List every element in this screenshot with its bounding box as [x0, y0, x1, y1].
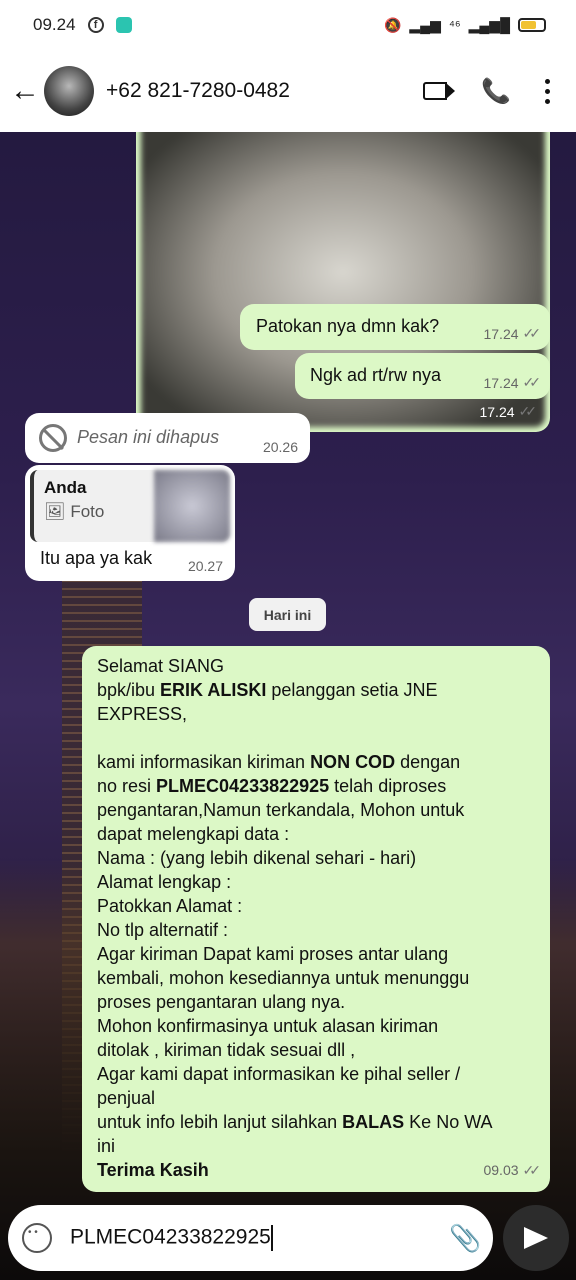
facebook-icon: f — [87, 17, 104, 33]
quoted-message[interactable]: Anda 🖼 Foto — [30, 470, 230, 542]
battery-icon — [518, 18, 546, 32]
double-check-icon: ✓✓ — [522, 1162, 542, 1178]
sticker-emoji-icon[interactable] — [22, 1223, 52, 1253]
message-text: Ngk ad rt/rw nya — [310, 365, 442, 385]
msg-line: EXPRESS, — [97, 704, 188, 724]
status-time: 09.24 — [33, 15, 76, 34]
text-cursor — [270, 1225, 273, 1251]
msg-line: no resi PLMEC04233822925 telah diproses — [97, 776, 447, 796]
more-vert-icon[interactable] — [545, 78, 550, 104]
attach-icon[interactable]: 📎 — [449, 1223, 481, 1254]
message-time: 20.27 — [187, 558, 223, 574]
send-button[interactable] — [503, 1205, 569, 1271]
header-actions: 📞 — [423, 77, 566, 106]
msg-line: bpk/ibu ERIK ALISKI pelanggan setia JNE — [97, 680, 438, 700]
quote-thumbnail — [154, 470, 230, 542]
msg-line: ditolak , kiriman tidak sesuai dll , — [97, 1040, 356, 1060]
message-bubble[interactable]: Patokan nya dmn kak? 17.24 ✓✓ — [240, 304, 550, 350]
label-icon[interactable] — [423, 82, 456, 100]
day-separator: Hari ini — [249, 598, 326, 631]
status-right: 🔕 ▂▄▆ ⁴⁶ ▂▄▆█ — [384, 17, 546, 34]
deleted-text: Pesan ini dihapus — [77, 427, 220, 447]
send-icon — [524, 1227, 548, 1249]
msg-line: Agar kami dapat informasikan ke pihal se… — [97, 1064, 461, 1084]
msg-line: kami informasikan kiriman NON COD dengan — [97, 752, 461, 772]
message-time: 17.24 ✓✓ — [479, 403, 538, 420]
msg-line: ini — [97, 1136, 116, 1156]
message-text: Patokan nya dmn kak? — [256, 316, 440, 336]
msg-line: Selamat SIANG — [97, 656, 225, 676]
contact-name[interactable]: +62 821-7280-0482 — [106, 79, 290, 103]
reply-message[interactable]: Anda 🖼 Foto Itu apa ya kak 20.27 — [25, 465, 235, 581]
msg-line: untuk info lebih lanjut silahkan BALAS K… — [97, 1112, 493, 1132]
msg-line: Terima Kasih — [97, 1160, 209, 1180]
msg-line: No tlp alternatif : — [97, 920, 229, 940]
status-bar: 09.24 f 🔕 ▂▄▆ ⁴⁶ ▂▄▆█ — [0, 0, 576, 50]
msg-line: kembali, mohon kesediannya untuk menungg… — [97, 968, 470, 988]
msg-line: proses pengantaran ulang nya. — [97, 992, 346, 1012]
double-check-icon: ✓✓ — [518, 403, 538, 419]
chat-app-icon — [115, 17, 132, 33]
double-check-icon: ✓✓ — [522, 325, 542, 341]
msg-line: Agar kiriman Dapat kami proses antar ula… — [97, 944, 449, 964]
double-check-icon: ✓✓ — [522, 374, 542, 390]
msg-line: dapat melengkapi data : — [97, 824, 290, 844]
signal-icon-2: ▂▄▆█ — [468, 16, 510, 33]
msg-line: Nama : (yang lebih dikenal sehari - hari… — [97, 848, 417, 868]
deleted-ban-icon — [39, 424, 67, 452]
message-time: 20.26 — [262, 439, 298, 455]
msg-line: Mohon konfirmasinya untuk alasan kiriman — [97, 1016, 439, 1036]
message-time: 17.24 ✓✓ — [483, 325, 542, 342]
chat-area[interactable]: 17.24 ✓✓ Patokan nya dmn kak? 17.24 ✓✓ Ngk… — [0, 132, 576, 1280]
add-call-icon[interactable]: 📞 — [481, 77, 511, 106]
deleted-message[interactable]: Pesan ini dihapus 20.26 — [25, 413, 310, 463]
status-left: 09.24 f — [33, 15, 132, 35]
msg-line: pengantaran,Namun terkandala, Mohon untu… — [97, 800, 465, 820]
long-message[interactable]: Selamat SIANG bpk/ibu ERIK ALISKI pelang… — [82, 646, 550, 1192]
photo-icon: 🖼 — [44, 502, 66, 521]
back-arrow-icon[interactable]: ← — [10, 74, 44, 108]
message-bubble[interactable]: Ngk ad rt/rw nya 17.24 ✓✓ — [295, 353, 550, 399]
msg-line: Patokkan Alamat : — [97, 896, 243, 916]
mute-bell-icon: 🔕 — [383, 16, 402, 33]
message-input[interactable]: PLMEC04233822925 — [70, 1225, 449, 1251]
msg-line: penjual — [97, 1088, 156, 1108]
avatar[interactable] — [44, 66, 94, 116]
network-type: ⁴⁶ — [448, 17, 461, 33]
message-composer: PLMEC04233822925 📎 — [8, 1205, 493, 1271]
msg-line — [97, 726, 536, 750]
chat-header: ← +62 821-7280-0482 📞 — [0, 50, 576, 132]
msg-line: Alamat lengkap : — [97, 872, 232, 892]
message-time: 09.03 ✓✓ — [483, 1158, 542, 1182]
message-text: Itu apa ya kak — [40, 548, 153, 568]
signal-icon: ▂▄▆ — [409, 16, 441, 33]
message-time: 17.24 ✓✓ — [483, 374, 542, 391]
